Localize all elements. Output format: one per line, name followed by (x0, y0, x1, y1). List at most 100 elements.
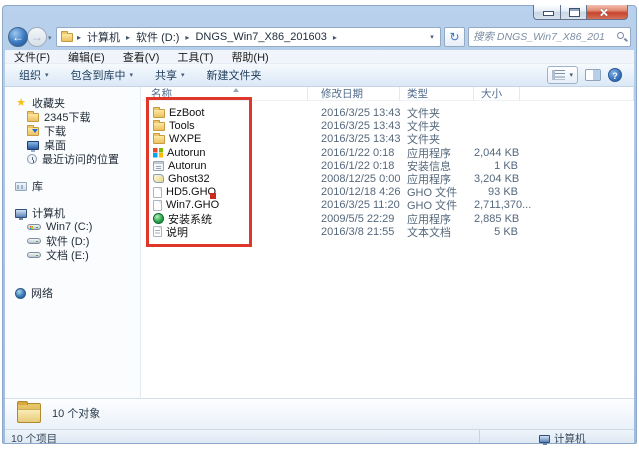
downloads-folder-icon (27, 124, 39, 136)
file-date: 2016/3/8 21:55 (321, 225, 395, 238)
sidebar-item-favorites[interactable]: ★ 收藏夹 (5, 96, 140, 111)
sidebar-label: Win7 (C:) (46, 221, 93, 233)
sidebar-item-computer[interactable]: 计算机 (5, 206, 140, 220)
help-icon[interactable]: ? (608, 68, 622, 82)
change-view-button[interactable]: ▾ (547, 66, 578, 84)
breadcrumb-separator-icon: ▸ (77, 32, 82, 42)
location-indicator: 计算机 (539, 431, 586, 446)
file-date: 2016/1/22 0:18 (321, 159, 395, 172)
computer-icon (15, 208, 27, 220)
file-size: 93 KB (488, 186, 518, 199)
object-count-text: 10 个对象 (52, 408, 101, 420)
location-label: 计算机 (554, 433, 586, 445)
desktop-icon (27, 140, 39, 152)
list-view-icon (552, 70, 566, 80)
system-drive-icon (27, 224, 41, 230)
statusbar-separator (479, 430, 480, 443)
status-bar: 10 个项目 计算机 (5, 429, 634, 446)
sidebar-label: 网络 (31, 288, 53, 300)
sidebar-label: 计算机 (32, 208, 65, 220)
file-date: 2008/12/25 0:00 (321, 172, 401, 185)
file-date: 2010/12/18 4:26 (321, 186, 401, 199)
menu-help[interactable]: 帮助(H) (222, 49, 277, 65)
refresh-button[interactable]: ↻ (444, 27, 465, 47)
breadcrumb: ▸ 计算机 ▸ 软件 (D:) ▸ DNGS_Win7_X86_201603 ▸ (57, 29, 424, 45)
breadcrumb-separator-icon: ▸ (332, 32, 337, 42)
sidebar-item-drive-c[interactable]: Win7 (C:) (5, 220, 140, 234)
sidebar-item-drive-e[interactable]: 文档 (E:) (5, 248, 140, 262)
sidebar-item-desktop[interactable]: 桌面 (5, 138, 140, 152)
file-size: 2,711,370... (474, 199, 532, 212)
search-icon (617, 32, 624, 39)
organize-button[interactable]: 组织 ▾ (11, 67, 57, 83)
sidebar-item-libraries[interactable]: 库 (5, 179, 140, 193)
network-icon (15, 287, 26, 299)
breadcrumb-separator-icon: ▸ (126, 32, 131, 42)
file-date: 2016/1/22 0:18 (321, 146, 395, 159)
menu-view[interactable]: 查看(V) (114, 49, 169, 65)
minimize-button[interactable] (533, 5, 561, 20)
breadcrumb-item-drive[interactable]: 软件 (D:) (134, 29, 181, 45)
sidebar-item-recent-places[interactable]: 最近访问的位置 (5, 152, 140, 166)
refresh-icon: ↻ (449, 30, 460, 44)
address-row: ← → ▾ ▸ 计算机 ▸ 软件 (D:) ▸ DNGS_Win7_X86_20… (3, 25, 636, 50)
chevron-down-icon: ▾ (129, 72, 134, 79)
chevron-down-icon: ▾ (45, 72, 49, 79)
address-bar[interactable]: ▸ 计算机 ▸ 软件 (D:) ▸ DNGS_Win7_X86_201603 ▸… (56, 27, 441, 47)
chevron-down-icon: ▾ (181, 72, 185, 79)
menu-tools[interactable]: 工具(T) (168, 49, 222, 65)
new-folder-button[interactable]: 新建文件夹 (199, 67, 270, 83)
file-date: 2009/5/5 22:29 (321, 212, 395, 225)
search-input[interactable] (469, 28, 609, 46)
navigation-pane: ★ 收藏夹 2345下载 下载 桌面 最近访问的位置 库 计算机 Win7 (C… (5, 87, 141, 398)
details-pane: 10 个对象 (5, 398, 634, 429)
folder-large-icon (17, 401, 41, 423)
file-date: 2016/3/25 13:43 (321, 107, 401, 119)
share-label: 共享 (155, 70, 178, 82)
favorites-star-icon: ★ (16, 97, 26, 109)
column-header-size[interactable]: 大小 (474, 87, 520, 101)
menu-bar: 文件(F) 编辑(E) 查看(V) 工具(T) 帮助(H) (5, 50, 634, 64)
menu-edit[interactable]: 编辑(E) (59, 49, 114, 65)
column-header-date[interactable]: 修改日期 (308, 87, 400, 101)
forward-arrow-icon: → (31, 30, 43, 44)
address-dropdown-icon[interactable]: ▾ (424, 28, 440, 46)
back-arrow-icon: ← (12, 30, 24, 44)
file-size: 2,044 KB (474, 146, 520, 159)
breadcrumb-item-computer[interactable]: 计算机 (85, 29, 122, 45)
toolbar-right-group: ▾ ? (547, 66, 634, 84)
file-date: 2016/3/25 13:43 (321, 133, 401, 146)
recent-places-icon (27, 154, 37, 164)
forward-button[interactable]: → (27, 27, 47, 47)
include-in-library-button[interactable]: 包含到库中 ▾ (63, 67, 142, 83)
sidebar-item-2345-downloads[interactable]: 2345下载 (5, 110, 140, 124)
menu-file[interactable]: 文件(F) (5, 49, 59, 65)
back-button[interactable]: ← (8, 27, 28, 47)
breadcrumb-separator-icon: ▸ (185, 32, 190, 42)
location-folder-icon (61, 30, 73, 42)
file-date: 2016/3/25 13:43 (321, 120, 401, 133)
file-size: 5 KB (494, 225, 518, 238)
history-chevron-icon[interactable]: ▾ (48, 34, 52, 42)
organize-label: 组织 (19, 70, 41, 82)
close-button[interactable] (587, 5, 628, 20)
main-area: ★ 收藏夹 2345下载 下载 桌面 最近访问的位置 库 计算机 Win7 (C… (5, 87, 634, 398)
window-controls (533, 5, 628, 20)
column-header-type[interactable]: 类型 (400, 87, 474, 101)
maximize-button[interactable] (561, 5, 587, 20)
breadcrumb-item-folder[interactable]: DNGS_Win7_X86_201603 (193, 31, 328, 43)
computer-icon (539, 434, 550, 445)
preview-pane-icon[interactable] (585, 69, 601, 81)
sidebar-item-network[interactable]: 网络 (5, 286, 140, 300)
new-folder-label: 新建文件夹 (206, 70, 262, 82)
file-size: 1 KB (494, 159, 518, 172)
share-button[interactable]: 共享 ▾ (147, 67, 193, 83)
sidebar-item-downloads[interactable]: 下载 (5, 124, 140, 138)
sort-ascending-icon (233, 88, 239, 92)
file-type: 文本文档 (407, 226, 451, 239)
explorer-window: ← → ▾ ▸ 计算机 ▸ 软件 (D:) ▸ DNGS_Win7_X86_20… (2, 5, 637, 446)
sidebar-label: 文档 (E:) (46, 250, 89, 262)
sidebar-label: 最近访问的位置 (42, 154, 119, 166)
sidebar-item-drive-d[interactable]: 软件 (D:) (5, 234, 140, 248)
chevron-down-icon: ▾ (569, 72, 573, 79)
